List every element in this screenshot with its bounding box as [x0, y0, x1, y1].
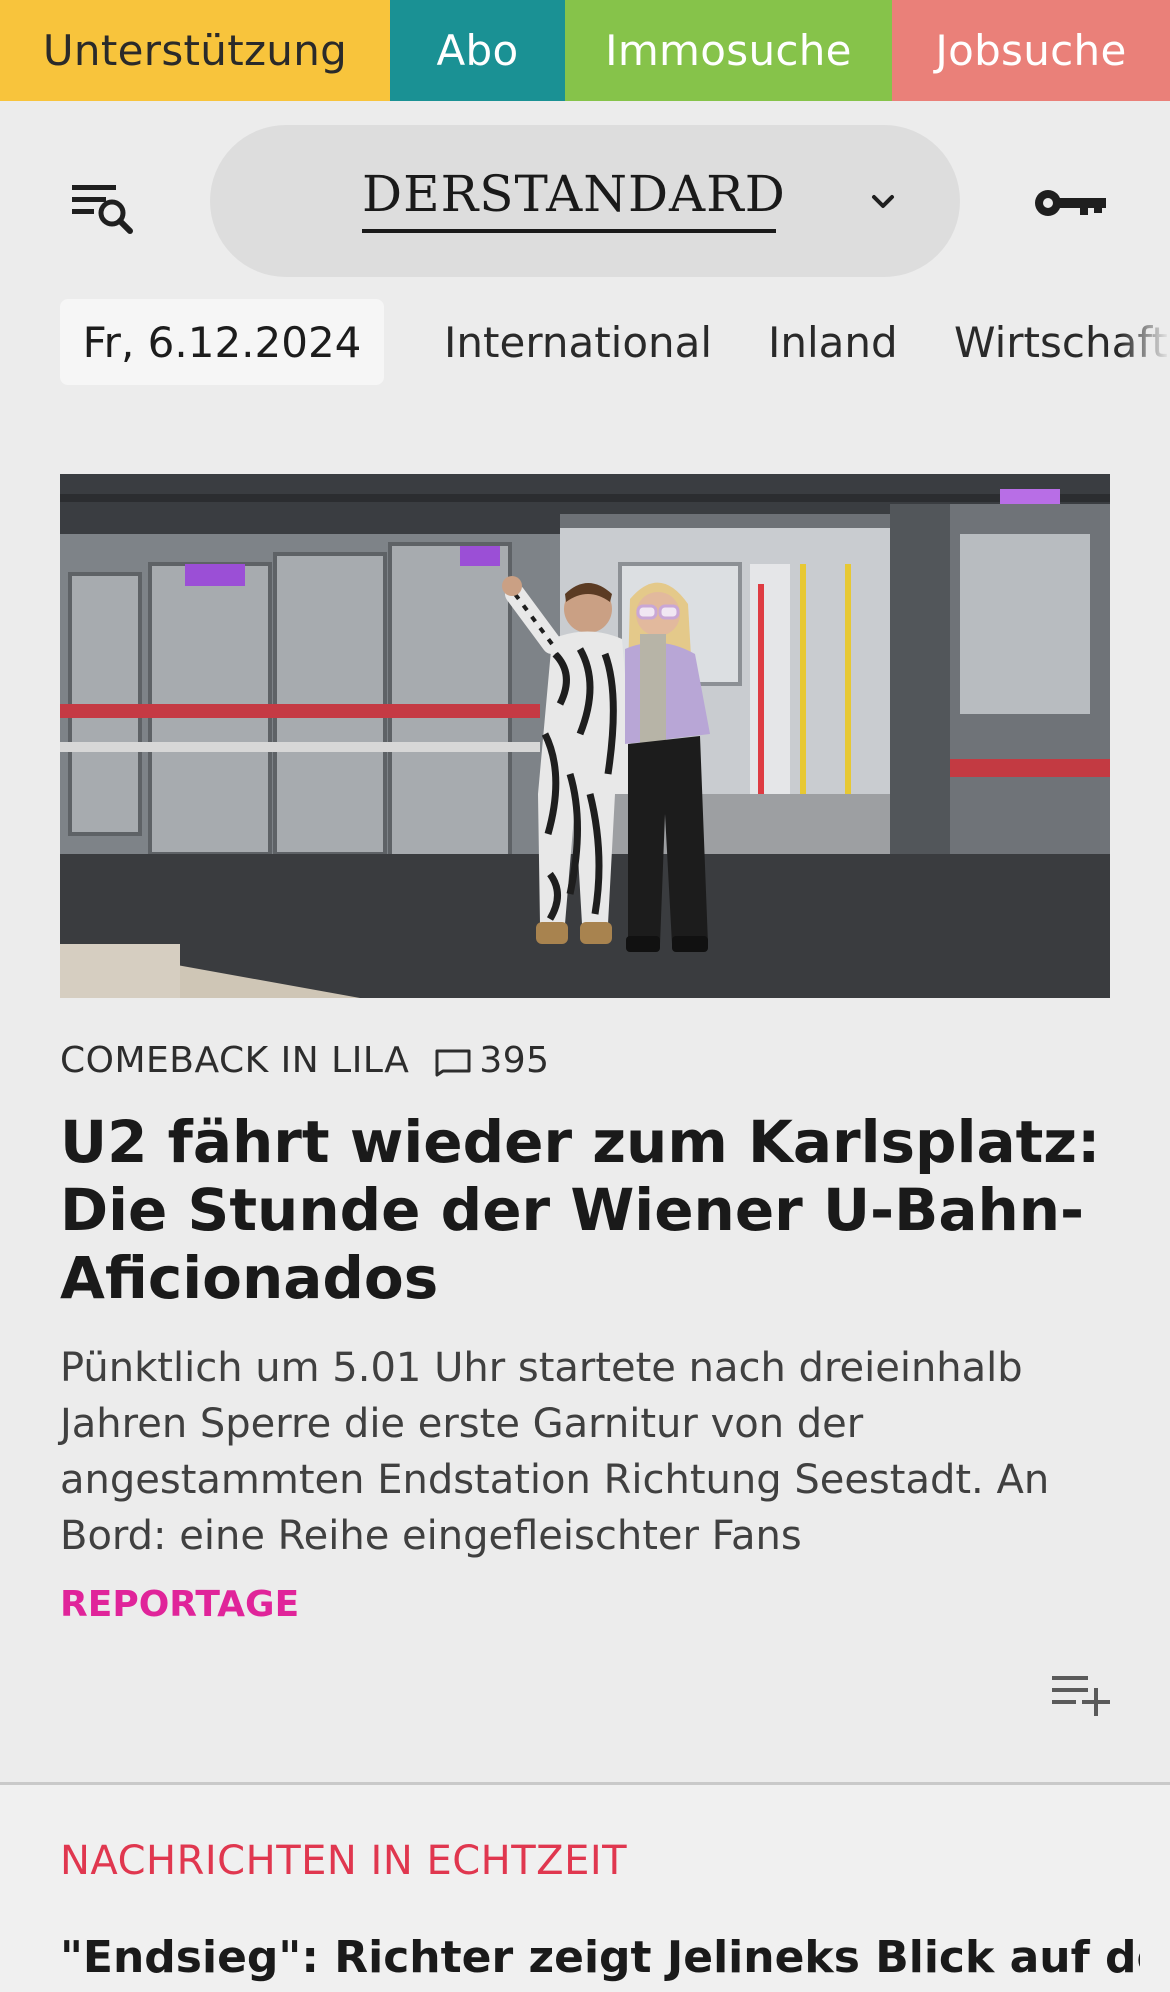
playlist-add-icon	[1052, 1676, 1110, 1716]
article-kicker: COMEBACK IN LILA	[60, 1040, 410, 1081]
ressort-nav: Fr, 6.12.2024 International Inland Wirts…	[0, 299, 1170, 474]
comment-count[interactable]: 395	[479, 1040, 549, 1081]
nav-item-inland[interactable]: Inland	[768, 299, 898, 385]
article-hero-image[interactable]	[60, 474, 1110, 998]
chevron-down-icon	[872, 195, 894, 208]
site-logo[interactable]: DERSTANDARD	[362, 165, 786, 223]
key-icon	[1035, 190, 1106, 216]
menu-search-icon	[72, 185, 133, 234]
nav-item-international[interactable]: International	[444, 299, 712, 385]
add-to-reading-list-button[interactable]	[1050, 1670, 1112, 1718]
live-headline[interactable]: "Endsieg": Richter zeigt Jelineks Blick …	[60, 1932, 1140, 1983]
section-divider	[0, 1782, 1170, 1785]
site-header: DERSTANDARD	[0, 101, 1170, 299]
logo-edition-switcher[interactable]: DERSTANDARD	[210, 125, 960, 277]
date-button[interactable]: Fr, 6.12.2024	[60, 299, 384, 385]
article-type-tag: REPORTAGE	[60, 1584, 300, 1625]
article-kicker-row: COMEBACK IN LILA 395	[60, 1040, 550, 1081]
nav-fade	[1120, 299, 1170, 385]
abo-link[interactable]: Abo	[390, 0, 565, 101]
support-link[interactable]: Unterstützung	[0, 0, 390, 101]
service-bar: Unterstützung Abo Immosuche Jobsuche	[0, 0, 1170, 101]
subway-photo	[60, 474, 1110, 998]
menu-search-button[interactable]	[70, 175, 142, 239]
article-teaser[interactable]: Pünktlich um 5.01 Uhr startete nach drei…	[60, 1340, 1110, 1564]
live-section-title[interactable]: NACHRICHTEN IN ECHTZEIT	[60, 1838, 627, 1884]
logo-underline	[362, 229, 776, 233]
jobs-link[interactable]: Jobsuche	[892, 0, 1170, 101]
login-button[interactable]	[1030, 181, 1110, 225]
comment-icon[interactable]	[433, 1045, 473, 1077]
immo-link[interactable]: Immosuche	[565, 0, 892, 101]
article-headline[interactable]: U2 fährt wieder zum Karlsplatz: Die Stun…	[60, 1108, 1120, 1312]
